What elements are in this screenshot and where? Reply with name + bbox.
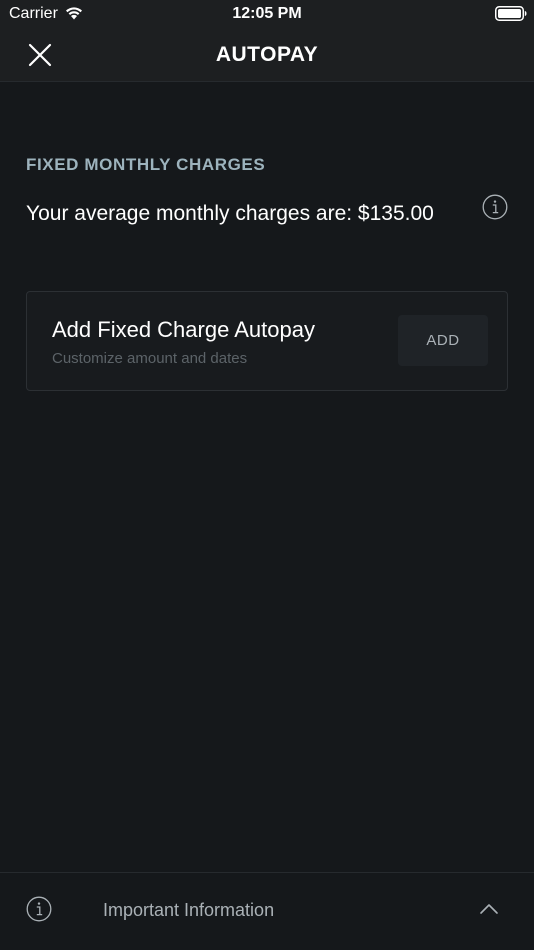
- average-charges-text: Your average monthly charges are: $135.0…: [26, 202, 434, 225]
- nav-bar: AUTOPAY: [0, 28, 534, 82]
- info-icon[interactable]: [482, 194, 508, 220]
- important-information-bar[interactable]: Important Information: [0, 872, 534, 950]
- page-title: AUTOPAY: [215, 43, 319, 66]
- battery-icon: [495, 6, 527, 21]
- add-button[interactable]: ADD: [398, 315, 488, 366]
- card-title: Add Fixed Charge Autopay: [52, 317, 315, 342]
- chevron-up-icon[interactable]: [478, 901, 500, 917]
- info-icon: [26, 896, 52, 922]
- footer-label: Important Information: [103, 900, 275, 920]
- status-bar: Carrier 12:05 PM: [0, 0, 534, 28]
- section-title: FIXED MONTHLY CHARGES: [26, 155, 266, 174]
- autopay-screen: Carrier 12:05 PM AUTOPAY FIXED MONTHLY C…: [0, 0, 534, 950]
- add-fixed-charge-card: Add Fixed Charge Autopay Customize amoun…: [26, 291, 508, 391]
- status-time: 12:05 PM: [232, 5, 302, 22]
- card-subtitle: Customize amount and dates: [52, 350, 248, 367]
